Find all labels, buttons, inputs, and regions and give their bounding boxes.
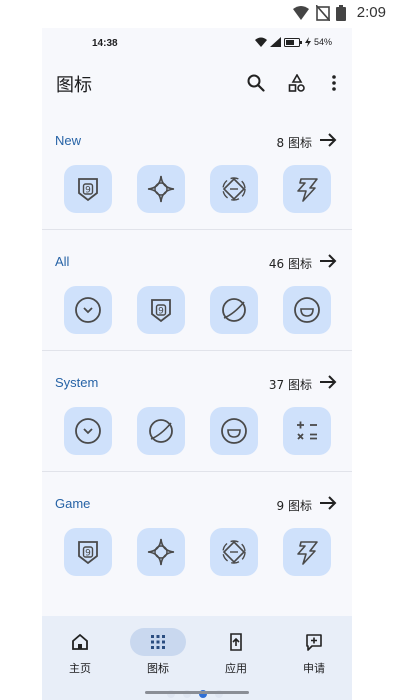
section-game: Game 9 图标 9 [42, 484, 352, 604]
icon-tile[interactable]: 9 [64, 528, 112, 576]
arrow-forward-icon[interactable] [318, 251, 338, 271]
compass-star-icon [147, 175, 175, 203]
icon-tile[interactable]: 9 [137, 286, 185, 334]
planet-icon [222, 298, 246, 322]
top-app-bar: 图标 [42, 58, 352, 108]
svg-text:9: 9 [85, 549, 91, 559]
app-status-bar: 14:38 54% [42, 28, 352, 58]
icon-tile[interactable] [283, 528, 331, 576]
calculator-icon [297, 421, 317, 440]
wifi-icon [293, 6, 309, 20]
app-frame: 14:38 54% 图标 New 8 图标 9 All 46 图标 9 Syst… [42, 28, 352, 700]
section-count: 46 图标 [268, 257, 312, 271]
nav-item-request[interactable]: 申请 [284, 628, 344, 676]
arrow-forward-icon[interactable] [318, 493, 338, 513]
smile-icon [294, 297, 320, 323]
section-count: 9 图标 [276, 499, 312, 513]
clock-chevron-icon [75, 297, 101, 323]
icon-tile[interactable] [137, 528, 185, 576]
target-diamond-icon [222, 177, 246, 201]
battery-level: 54% [313, 37, 332, 47]
compass-star-icon [147, 538, 175, 566]
request-add-icon [306, 634, 322, 651]
search-button[interactable] [243, 70, 269, 96]
section-title: Game [55, 496, 91, 511]
bottom-navigation: 主页 图标 应用 申请 [42, 616, 352, 700]
smile-icon [221, 418, 247, 444]
shield-9-icon: 9 [151, 299, 171, 323]
section-new: New 8 图标 9 [42, 121, 352, 241]
icon-tile[interactable] [210, 407, 258, 455]
icon-tile[interactable] [137, 165, 185, 213]
nav-item-home[interactable]: 主页 [50, 628, 110, 676]
section-title: All [55, 254, 70, 269]
shapes-button[interactable] [284, 70, 310, 96]
nav-item-icons[interactable]: 图标 [128, 628, 188, 676]
icon-tile[interactable] [210, 286, 258, 334]
grid-icon [151, 635, 165, 649]
svg-text:9: 9 [158, 307, 164, 317]
bolt-seven-icon [297, 541, 318, 565]
search-icon [247, 74, 265, 92]
icon-tile[interactable] [283, 286, 331, 334]
app-clock: 14:38 [92, 38, 118, 49]
nav-label: 应用 [225, 662, 247, 675]
more-vert-icon [332, 75, 336, 91]
section-all: All 46 图标 9 [42, 242, 352, 362]
nav-label: 主页 [69, 662, 91, 675]
app-upload-icon [230, 633, 242, 651]
signal-icon [269, 37, 281, 47]
target-diamond-icon [222, 540, 246, 564]
charging-icon [304, 37, 311, 47]
bolt-seven-icon [297, 178, 318, 202]
icon-tile[interactable] [137, 407, 185, 455]
arrow-forward-icon[interactable] [318, 372, 338, 392]
shield-9-icon: 9 [78, 178, 98, 202]
clock-chevron-icon [75, 418, 101, 444]
shapes-icon [288, 74, 305, 92]
page-title: 图标 [56, 75, 92, 96]
section-count: 8 图标 [276, 136, 312, 150]
device-status-bar: 2:09 [0, 0, 394, 28]
nav-item-apps[interactable]: 应用 [206, 628, 266, 676]
no-sim-icon [316, 5, 330, 21]
nav-label: 图标 [147, 662, 169, 675]
section-system: System 37 图标 [42, 363, 352, 483]
icon-tile[interactable] [210, 528, 258, 576]
nav-label: 申请 [303, 662, 325, 675]
gesture-handle [145, 691, 249, 694]
divider [42, 471, 352, 472]
icon-tile[interactable] [283, 407, 331, 455]
device-clock: 2:09 [356, 4, 386, 21]
arrow-forward-icon[interactable] [318, 130, 338, 150]
divider [42, 350, 352, 351]
home-icon [72, 633, 88, 650]
icon-tile[interactable]: 9 [64, 165, 112, 213]
icon-tile[interactable] [283, 165, 331, 213]
more-options-button[interactable] [321, 70, 347, 96]
wifi-icon [254, 37, 267, 47]
svg-text:9: 9 [85, 186, 91, 196]
battery-icon [283, 37, 302, 47]
divider [42, 229, 352, 230]
section-title: System [55, 375, 99, 390]
planet-icon [149, 419, 173, 443]
icon-tile[interactable] [64, 286, 112, 334]
section-count: 37 图标 [268, 378, 312, 392]
icon-tile[interactable] [64, 407, 112, 455]
icon-tile[interactable] [210, 165, 258, 213]
battery-icon [336, 5, 346, 21]
section-title: New [55, 133, 82, 148]
shield-9-icon: 9 [78, 541, 98, 565]
